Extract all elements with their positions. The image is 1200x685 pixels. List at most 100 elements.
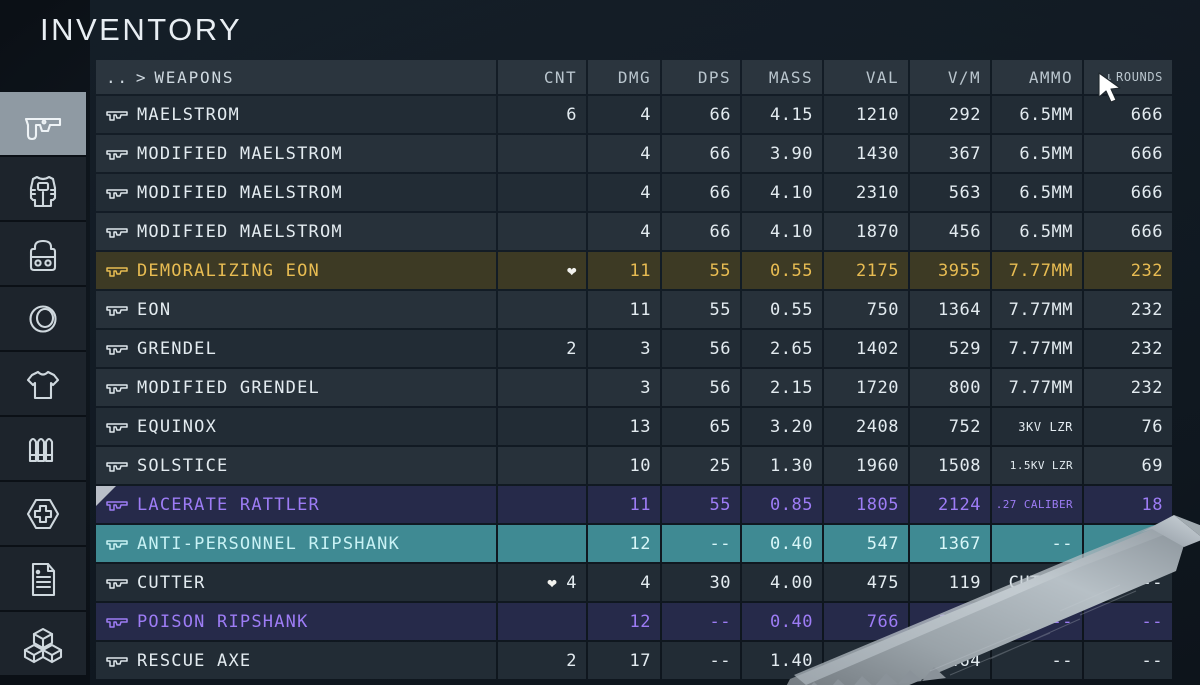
table-row[interactable]: SOLSTICE 10 25 1.30 1960 1508 1.5KV LZR 69: [96, 447, 1188, 484]
item-name-cell[interactable]: EQUINOX: [96, 408, 496, 445]
item-name-cell[interactable]: MAELSTROM: [96, 96, 496, 133]
cell-vm: 2124: [910, 486, 990, 523]
column-header-cnt[interactable]: CNT: [498, 60, 586, 94]
item-name-cell[interactable]: DEMORALIZING EON: [96, 252, 496, 289]
cell-mass: 3.90: [742, 135, 822, 172]
column-header-rounds[interactable]: ↓ ROUNDS: [1084, 60, 1172, 94]
item-name-cell[interactable]: MODIFIED MAELSTROM: [96, 135, 496, 172]
table-row[interactable]: GRENDEL 2 3 56 2.65 1402 529 7.77MM 232: [96, 330, 1188, 367]
item-name-cell[interactable]: CUTTER: [96, 564, 496, 601]
pistol-icon: [106, 225, 130, 239]
favorite-heart-icon[interactable]: ❤: [547, 574, 557, 591]
cell-mass: 2.65: [742, 330, 822, 367]
item-name-cell[interactable]: SOLSTICE: [96, 447, 496, 484]
item-count: 4: [566, 572, 577, 593]
pistol-icon: [106, 381, 130, 395]
column-header-dmg[interactable]: DMG: [588, 60, 660, 94]
cell-dmg: 10: [588, 447, 660, 484]
sidebar-item-aid[interactable]: [0, 482, 86, 547]
cell-val: 766: [824, 603, 908, 640]
item-name-cell[interactable]: LACERATE RATTLER: [96, 486, 496, 523]
cell-ammo: --: [992, 642, 1082, 679]
cell-dps: 66: [662, 174, 740, 211]
item-name: LACERATE RATTLER: [137, 494, 320, 515]
cell-val: 547: [824, 525, 908, 562]
item-name-cell[interactable]: MODIFIED MAELSTROM: [96, 174, 496, 211]
column-header-ammo[interactable]: AMMO: [992, 60, 1082, 94]
breadcrumb-current: WEAPONS: [154, 67, 235, 87]
item-name-cell[interactable]: RESCUE AXE: [96, 642, 496, 679]
sidebar-item-helmet[interactable]: [0, 287, 86, 352]
item-name-cell[interactable]: MODIFIED MAELSTROM: [96, 213, 496, 250]
table-row[interactable]: CUTTER ❤ 4 4 30 4.00 475 119 CUTTER --: [96, 564, 1188, 601]
cell-mass: 4.00: [742, 564, 822, 601]
cell-dmg: 3: [588, 330, 660, 367]
document-icon: [22, 558, 64, 600]
cell-dmg: 4: [588, 174, 660, 211]
item-name: MODIFIED MAELSTROM: [137, 182, 343, 203]
cell-mass: 0.85: [742, 486, 822, 523]
item-name: MODIFIED MAELSTROM: [137, 143, 343, 164]
cell-rounds: 666: [1084, 96, 1172, 133]
shirt-icon: [22, 363, 64, 405]
sidebar-item-notes[interactable]: [0, 547, 86, 612]
cell-vm: 367: [910, 135, 990, 172]
crates-icon: [22, 623, 64, 665]
cell-dmg: 4: [588, 96, 660, 133]
sidebar-item-weapons[interactable]: [0, 92, 86, 157]
table-row[interactable]: RESCUE AXE 2 17 -- 1.40 650 464 -- --: [96, 642, 1188, 679]
sidebar-item-spacesuit[interactable]: [0, 157, 86, 222]
item-name: POISON RIPSHANK: [137, 611, 309, 632]
item-name-cell[interactable]: ANTI-PERSONNEL RIPSHANK: [96, 525, 496, 562]
sidebar-item-backpack[interactable]: [0, 222, 86, 287]
item-name-cell[interactable]: POISON RIPSHANK: [96, 603, 496, 640]
cell-cnt: [498, 291, 586, 328]
table-row[interactable]: ANTI-PERSONNEL RIPSHANK 12 -- 0.40 547 1367 --…: [96, 525, 1188, 562]
table-row[interactable]: EQUINOX 13 65 3.20 2408 752 3KV LZR 76: [96, 408, 1188, 445]
cell-dps: 66: [662, 135, 740, 172]
table-row[interactable]: MAELSTROM 6 4 66 4.15 1210 292 6.5MM 666: [96, 96, 1188, 133]
favorite-heart-icon[interactable]: ❤: [567, 262, 577, 279]
cell-cnt: ❤: [498, 252, 586, 289]
sidebar-item-apparel[interactable]: [0, 352, 86, 417]
item-name-cell[interactable]: MODIFIED GRENDEL: [96, 369, 496, 406]
table-row[interactable]: LACERATE RATTLER 11 55 0.85 1805 2124.27 CALI…: [96, 486, 1188, 523]
sidebar-item-resources[interactable]: [0, 612, 86, 677]
item-name: DEMORALIZING EON: [137, 260, 320, 281]
cell-val: 1720: [824, 369, 908, 406]
pistol-icon: [22, 103, 64, 145]
cell-dmg: 4: [588, 135, 660, 172]
pistol-icon: [106, 576, 130, 590]
cell-cnt: [498, 408, 586, 445]
table-row[interactable]: POISON RIPSHANK 12 -- 0.40 766 1915 -- --: [96, 603, 1188, 640]
item-name-cell[interactable]: EON: [96, 291, 496, 328]
table-row[interactable]: DEMORALIZING EON ❤ 11 55 0.55 2175 3955 7.77MM 2…: [96, 252, 1188, 289]
breadcrumb[interactable]: .. > WEAPONS: [96, 60, 496, 94]
item-name: MAELSTROM: [137, 104, 240, 125]
table-row[interactable]: MODIFIED MAELSTROM 4 66 4.10 1870 456 6.5MM 666: [96, 213, 1188, 250]
cell-rounds: 69: [1084, 447, 1172, 484]
table-row[interactable]: EON 11 55 0.55 750 1364 7.77MM 232: [96, 291, 1188, 328]
breadcrumb-parent[interactable]: ..: [106, 68, 129, 87]
cell-val: 2310: [824, 174, 908, 211]
cell-dps: 55: [662, 291, 740, 328]
inventory-screen: INVENTORY .. > WEAPONS CNT DMG DPS MASS …: [0, 0, 1200, 685]
backpack-icon: [22, 233, 64, 275]
cell-dps: --: [662, 525, 740, 562]
cell-mass: 4.10: [742, 213, 822, 250]
cell-val: 1430: [824, 135, 908, 172]
cell-rounds: 232: [1084, 252, 1172, 289]
table-row[interactable]: MODIFIED MAELSTROM 4 66 4.10 2310 563 6.5MM 666: [96, 174, 1188, 211]
cell-mass: 4.15: [742, 96, 822, 133]
table-row[interactable]: MODIFIED MAELSTROM 4 66 3.90 1430 367 6.5MM 666: [96, 135, 1188, 172]
column-header-val[interactable]: VAL: [824, 60, 908, 94]
table-row[interactable]: MODIFIED GRENDEL 3 56 2.15 1720 800 7.77MM 232: [96, 369, 1188, 406]
cell-rounds: 18: [1084, 486, 1172, 523]
sidebar-item-ammo[interactable]: [0, 417, 86, 482]
item-name-cell[interactable]: GRENDEL: [96, 330, 496, 367]
cell-dmg: 11: [588, 291, 660, 328]
cell-rounds: 76: [1084, 408, 1172, 445]
column-header-mass[interactable]: MASS: [742, 60, 822, 94]
column-header-dps[interactable]: DPS: [662, 60, 740, 94]
column-header-vm[interactable]: V/M: [910, 60, 990, 94]
